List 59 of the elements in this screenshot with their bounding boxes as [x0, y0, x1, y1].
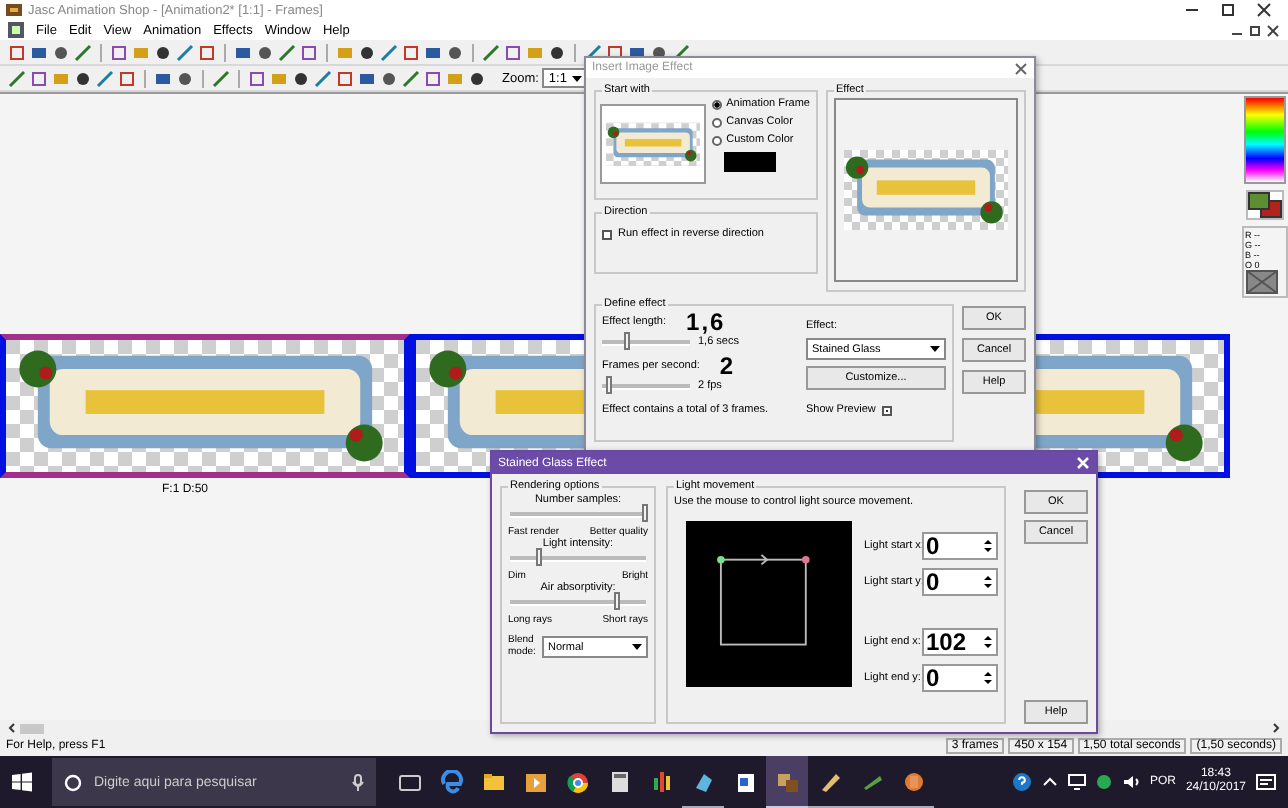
- slider-thumb[interactable]: [614, 592, 621, 610]
- app-icon: [439, 770, 463, 794]
- help-icon[interactable]: [1011, 772, 1032, 792]
- app-icon: [901, 769, 925, 793]
- checkbox[interactable]: [602, 229, 612, 239]
- caret-up-icon[interactable]: [1041, 774, 1058, 790]
- color-spectrum[interactable]: [1243, 96, 1285, 184]
- app-icon: [775, 769, 799, 793]
- number-spinner[interactable]: 0: [922, 532, 998, 560]
- app-icon: [481, 770, 505, 794]
- slider-thumb[interactable]: [535, 548, 542, 566]
- dropdown-arrow-icon: [928, 342, 942, 356]
- taskbar-app-button[interactable]: [766, 756, 808, 808]
- app-icon: [397, 770, 421, 794]
- slider-thumb[interactable]: [624, 331, 631, 349]
- radio-button[interactable]: [712, 99, 723, 109]
- close-icon[interactable]: [1254, 2, 1274, 18]
- number-spinner[interactable]: 0: [922, 568, 998, 596]
- spinner-arrows-icon[interactable]: [982, 670, 994, 686]
- maximize-icon[interactable]: [1218, 2, 1238, 18]
- slider-thumb[interactable]: [642, 504, 648, 522]
- search-icon: [64, 773, 82, 791]
- document-icon: [8, 22, 24, 38]
- number-spinner[interactable]: 0: [922, 664, 998, 692]
- notifications-icon[interactable]: [1256, 772, 1276, 792]
- app-icon: [523, 770, 547, 794]
- app-icon: [649, 770, 673, 794]
- app-icon: [607, 770, 631, 794]
- spinner-arrows-icon[interactable]: [982, 574, 994, 590]
- radio-button[interactable]: [712, 117, 723, 127]
- annotation-number: 1,6: [686, 308, 726, 336]
- spinner-arrows-icon[interactable]: [982, 538, 994, 554]
- custom-color-swatch[interactable]: [724, 152, 777, 172]
- windows-start-icon[interactable]: [12, 772, 32, 792]
- annotation-number: 2: [719, 352, 736, 380]
- restore-icon[interactable]: [1248, 23, 1262, 37]
- display-icon[interactable]: [1067, 774, 1086, 790]
- light-path-preview[interactable]: [686, 516, 852, 692]
- frame-thumbnail: [602, 106, 705, 182]
- app-icon: [733, 770, 757, 794]
- scroll-thumb[interactable]: [20, 723, 44, 733]
- app-icon: [565, 770, 589, 794]
- app-icon: [691, 769, 715, 793]
- slider-thumb[interactable]: [606, 375, 613, 393]
- speaker-icon[interactable]: [1121, 774, 1140, 790]
- app-icon: [6, 2, 22, 18]
- transparent-color-icon: [1245, 270, 1277, 294]
- microphone-icon[interactable]: [352, 773, 364, 791]
- close-icon[interactable]: [1266, 23, 1280, 37]
- app-icon: [817, 769, 841, 793]
- dropdown-arrow-icon: [570, 71, 585, 85]
- scroll-left-icon[interactable]: [6, 722, 18, 734]
- number-spinner[interactable]: 102: [922, 628, 998, 656]
- radio-button[interactable]: [712, 135, 723, 145]
- dropdown-arrow-icon: [630, 640, 644, 654]
- scroll-right-icon[interactable]: [1270, 722, 1282, 734]
- spinner-arrows-icon[interactable]: [982, 634, 994, 650]
- checkbox[interactable]: [881, 405, 892, 415]
- color-swatches[interactable]: [1245, 190, 1283, 220]
